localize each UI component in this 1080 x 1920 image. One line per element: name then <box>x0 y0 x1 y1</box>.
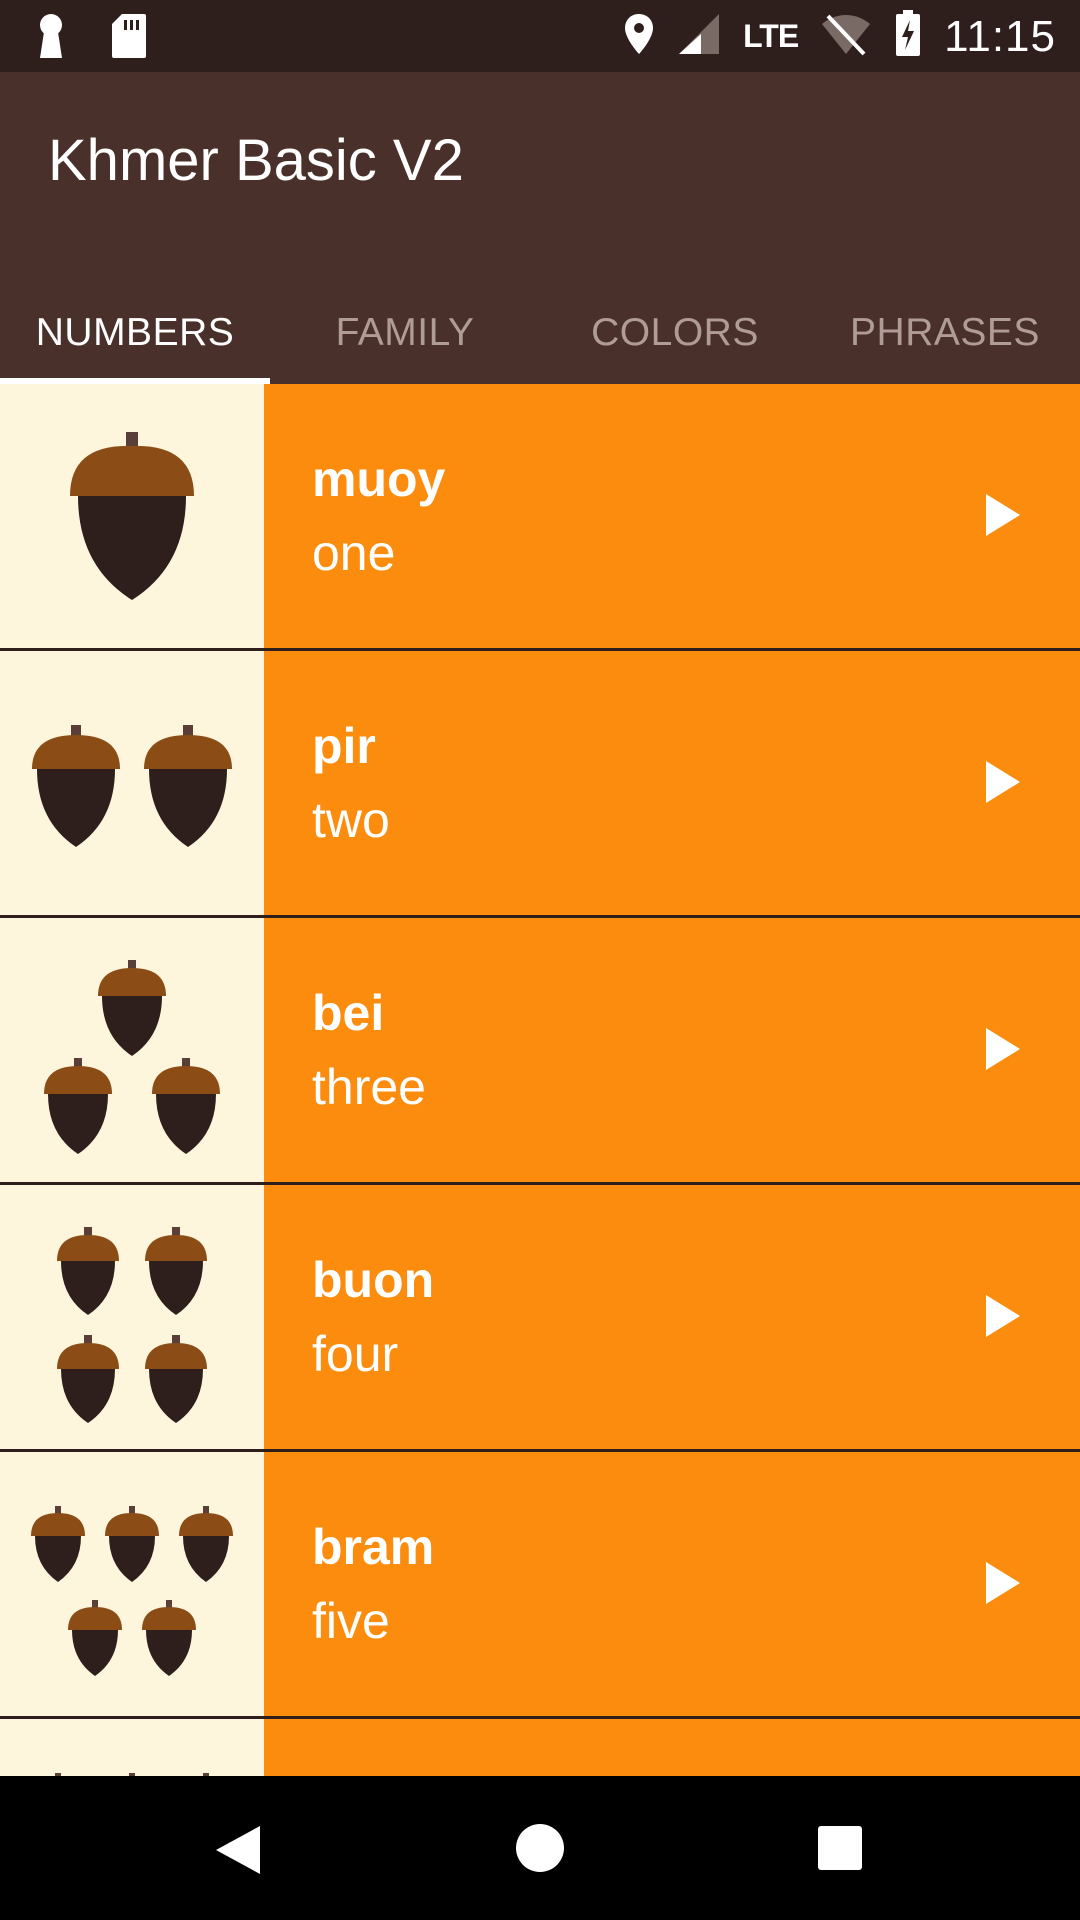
acorn-icon <box>70 432 194 600</box>
acorn-image <box>0 1719 264 1776</box>
acorn-image <box>0 651 264 915</box>
khmer-word: bram <box>312 1519 435 1575</box>
list-item[interactable]: muoy one <box>0 384 1080 651</box>
wifi-off-icon <box>820 12 872 61</box>
recent-apps-icon[interactable] <box>818 1826 862 1870</box>
khmer-word: pir <box>312 718 376 774</box>
play-icon[interactable] <box>986 1295 1020 1337</box>
khmer-word: buon <box>312 1252 435 1308</box>
tab-colors[interactable]: COLORS <box>540 282 810 384</box>
location-icon <box>623 12 655 61</box>
acorn-image <box>0 918 264 1182</box>
acorn-image <box>0 1452 264 1716</box>
word-content[interactable]: buon four <box>264 1185 1080 1449</box>
word-content[interactable]: bei three <box>264 918 1080 1182</box>
keyhole-icon <box>34 12 68 65</box>
word-list[interactable]: muoy one pir two bei three buon four bra… <box>0 384 1080 1776</box>
tab-family[interactable]: FAMILY <box>270 282 540 384</box>
status-bar: LTE 11:15 <box>0 0 1080 72</box>
english-word: three <box>312 1059 426 1115</box>
english-word: five <box>312 1593 390 1649</box>
tab-bar: NUMBERS FAMILY COLORS PHRASES <box>0 282 1080 384</box>
acorn-icon <box>44 960 220 1154</box>
acorn-icon <box>32 725 232 847</box>
navigation-bar <box>0 1776 1080 1920</box>
tab-phrases[interactable]: PHRASES <box>810 282 1080 384</box>
acorn-image <box>0 384 264 648</box>
english-word: two <box>312 792 390 848</box>
home-icon[interactable] <box>516 1824 564 1872</box>
english-word: four <box>312 1326 399 1382</box>
acorn-icon <box>31 1506 233 1676</box>
back-icon[interactable] <box>216 1826 260 1874</box>
tab-numbers[interactable]: NUMBERS <box>0 282 270 384</box>
app-bar: Khmer Basic V2 NUMBERS FAMILY COLORS PHR… <box>0 72 1080 384</box>
word-content[interactable]: muoy one <box>264 384 1080 648</box>
word-content[interactable] <box>264 1719 1080 1776</box>
acorn-image <box>0 1185 264 1449</box>
khmer-word: muoy <box>312 451 446 507</box>
word-content[interactable]: pir two <box>264 651 1080 915</box>
acorn-icon <box>57 1227 207 1423</box>
status-time: 11:15 <box>944 11 1056 61</box>
app-title: Khmer Basic V2 <box>48 128 464 193</box>
play-icon[interactable] <box>986 1562 1020 1604</box>
battery-charging-icon <box>894 10 922 63</box>
word-content[interactable]: bram five <box>264 1452 1080 1716</box>
list-item[interactable] <box>0 1719 1080 1776</box>
list-item[interactable]: bei three <box>0 918 1080 1185</box>
play-icon[interactable] <box>986 1028 1020 1070</box>
play-icon[interactable] <box>986 761 1020 803</box>
acorn-icon <box>55 1773 209 1776</box>
list-item[interactable]: bram five <box>0 1452 1080 1719</box>
khmer-word: bei <box>312 985 385 1041</box>
english-word: one <box>312 525 396 581</box>
network-type: LTE <box>743 18 799 54</box>
signal-icon <box>677 12 721 61</box>
list-item[interactable]: pir two <box>0 651 1080 918</box>
sd-card-icon <box>110 12 148 65</box>
play-icon[interactable] <box>986 494 1020 536</box>
list-item[interactable]: buon four <box>0 1185 1080 1452</box>
